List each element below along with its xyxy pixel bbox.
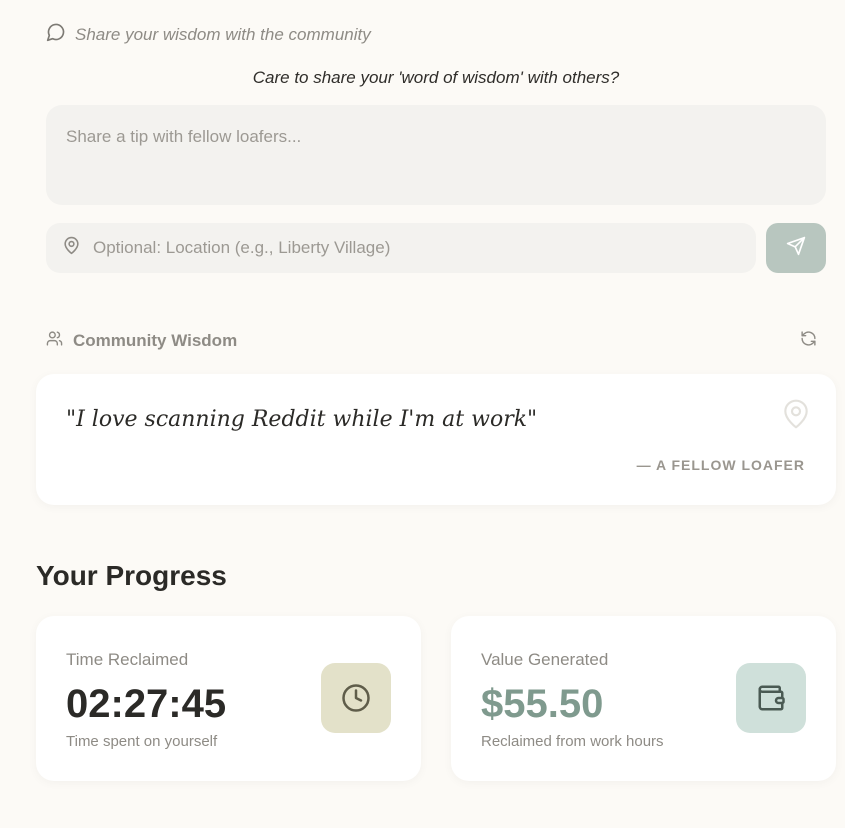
quote-card: "I love scanning Reddit while I'm at wor… [36,374,836,505]
location-input[interactable]: Optional: Location (e.g., Liberty Villag… [46,223,756,273]
time-reclaimed-card: Time Reclaimed 02:27:45 Time spent on yo… [36,616,421,781]
refresh-button[interactable] [798,331,818,351]
quote-author: — A FELLOW LOAFER [636,457,805,473]
tip-textarea[interactable]: Share a tip with fellow loafers... [46,105,826,205]
community-wisdom-title: Community Wisdom [73,331,238,350]
refresh-icon [800,330,817,352]
tip-placeholder: Share a tip with fellow loafers... [66,127,302,146]
share-header: Share your wisdom with the community [46,22,371,47]
location-placeholder: Optional: Location (e.g., Liberty Villag… [93,238,391,257]
value-generated-label: Value Generated [481,650,609,669]
wallet-icon [736,663,806,733]
value-generated-value: $55.50 [481,682,604,726]
time-reclaimed-value: 02:27:45 [66,682,227,726]
progress-title: Your Progress [36,560,227,591]
map-pin-icon [62,236,81,260]
users-icon [46,330,63,352]
share-header-text: Share your wisdom with the community [75,24,371,44]
time-reclaimed-subtitle: Time spent on yourself [66,733,218,750]
time-reclaimed-label: Time Reclaimed [66,650,189,669]
clock-icon [321,663,391,733]
value-generated-subtitle: Reclaimed from work hours [481,733,664,750]
send-icon [786,236,806,261]
send-button[interactable] [766,223,826,273]
message-circle-icon [46,22,66,47]
share-prompt: Care to share your 'word of wisdom' with… [252,68,620,87]
value-generated-card: Value Generated $55.50 Reclaimed from wo… [451,616,836,781]
quote-text: "I love scanning Reddit while I'm at wor… [66,407,538,432]
community-wisdom-header: Community Wisdom [46,330,237,352]
map-pin-icon [780,396,812,432]
